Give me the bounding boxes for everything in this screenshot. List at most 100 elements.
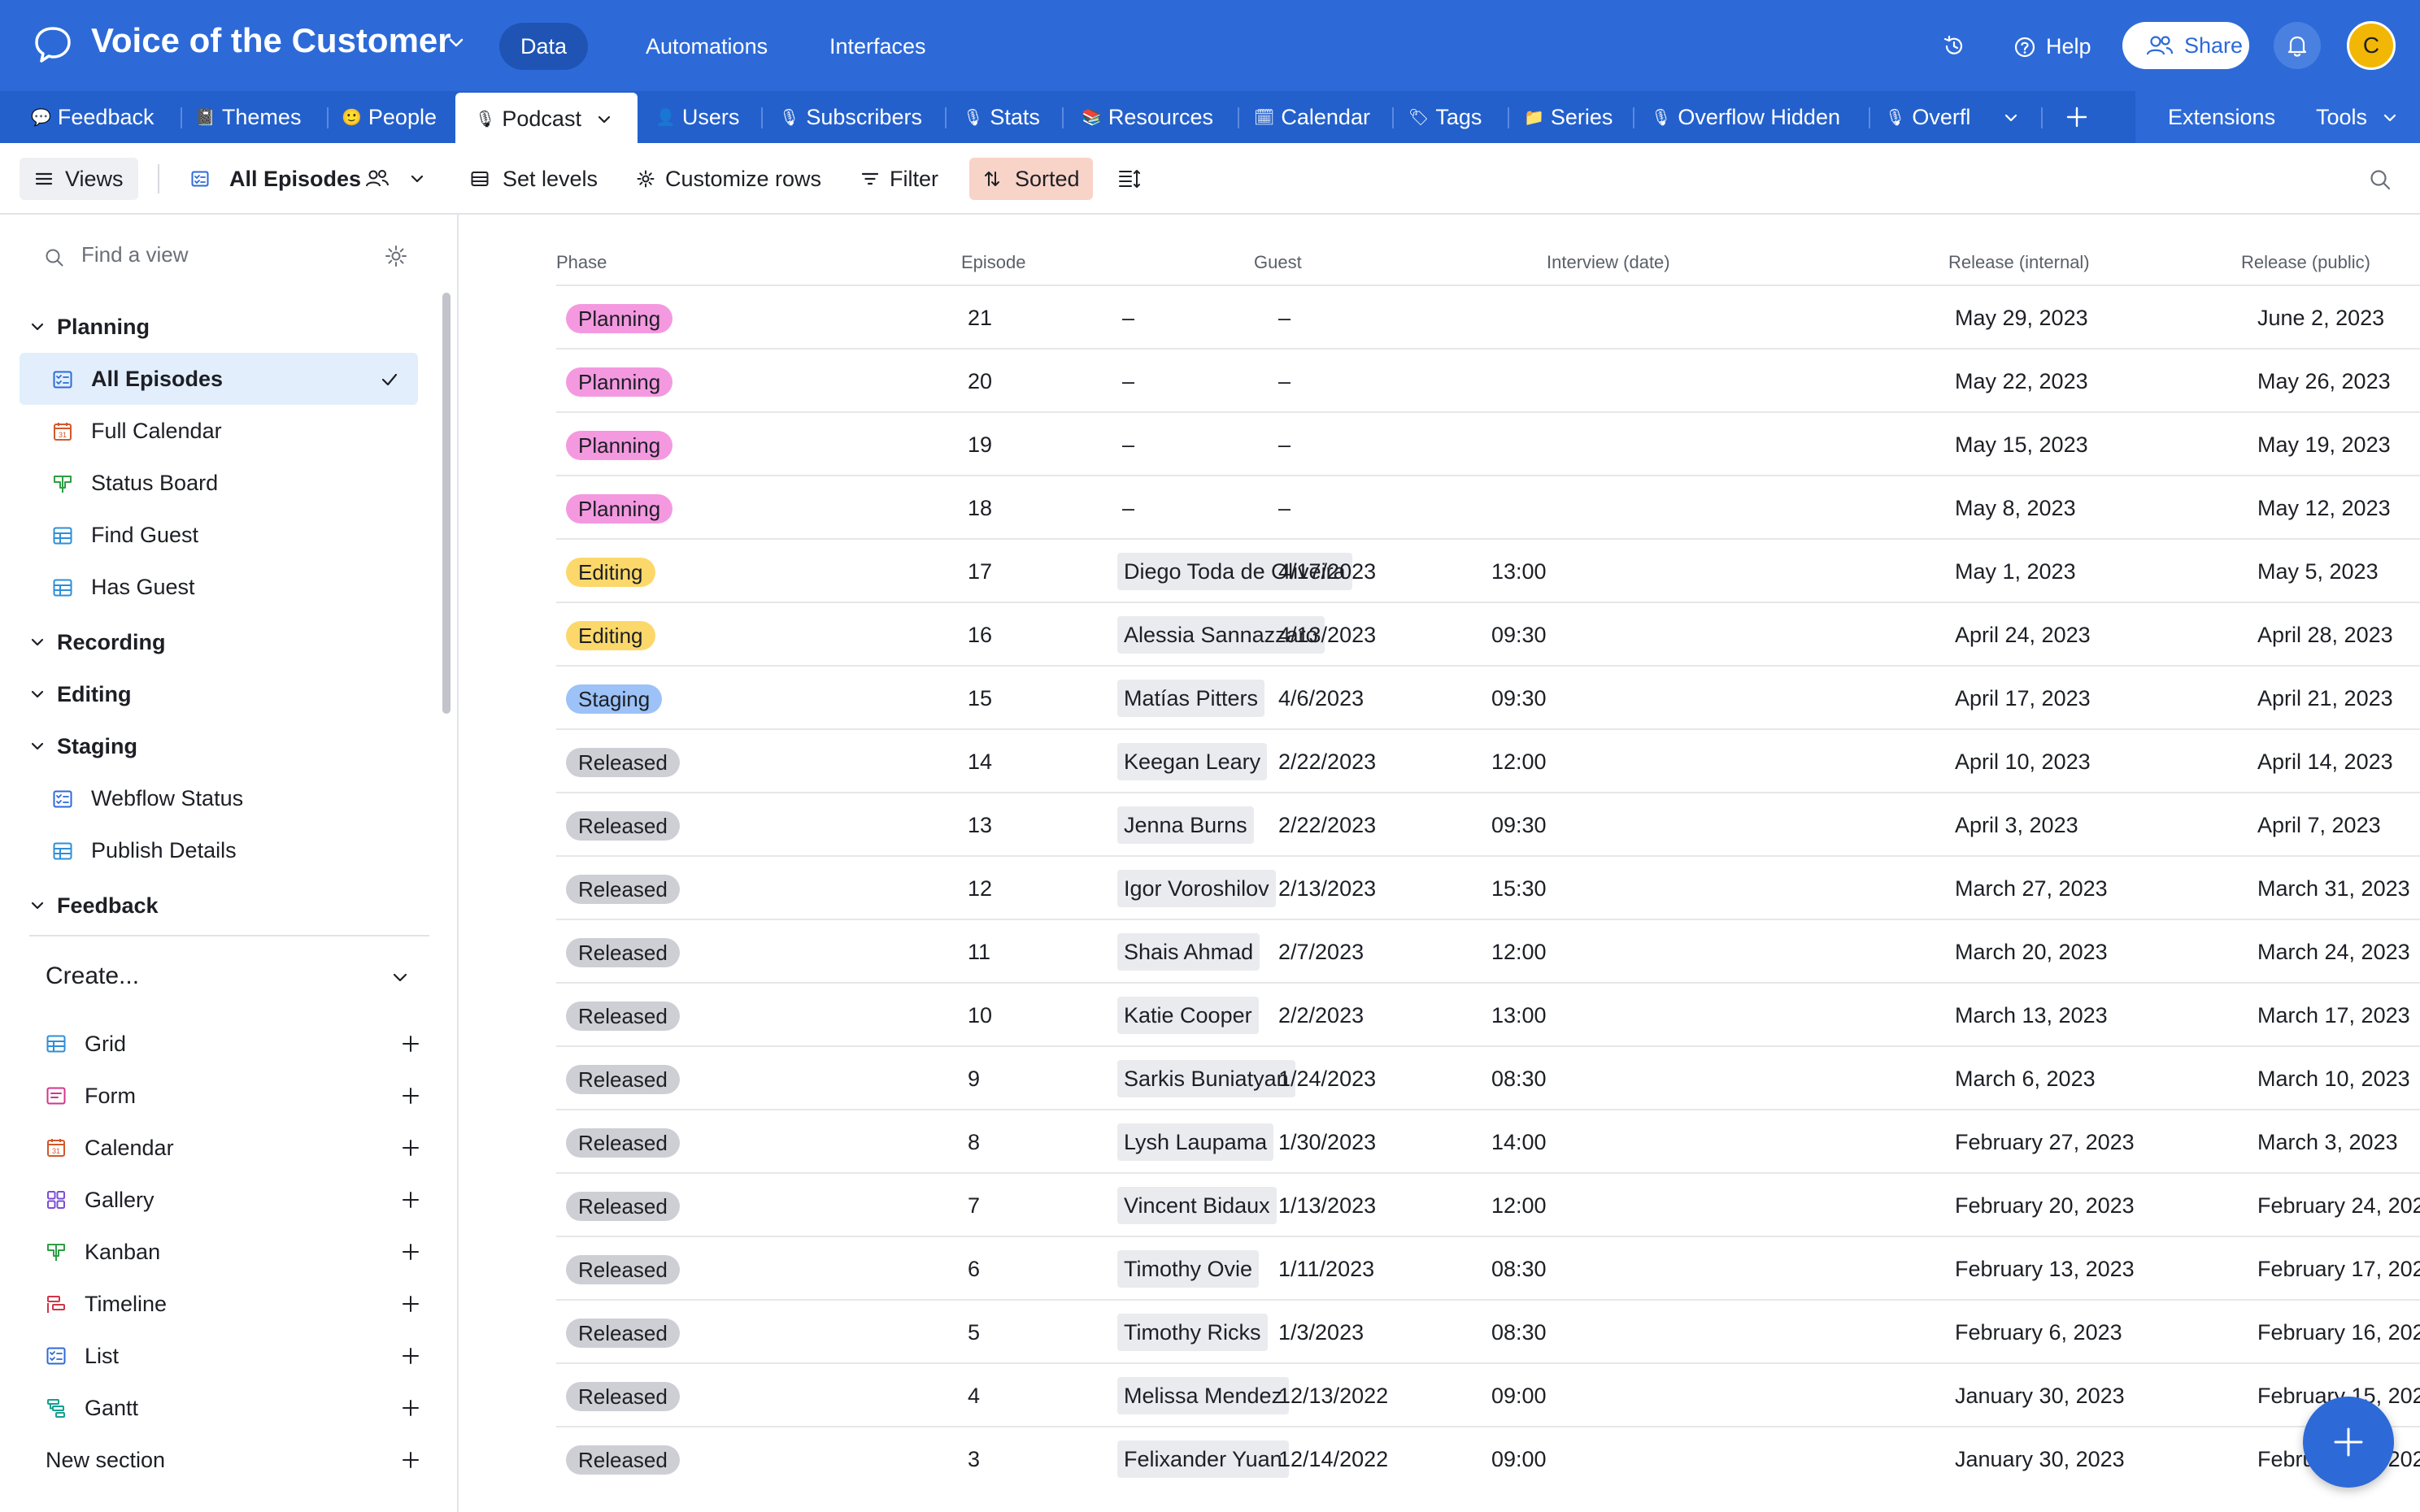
- customize-rows-button[interactable]: Customize rows: [636, 158, 821, 200]
- release-internal-cell[interactable]: March 6, 2023: [1955, 1047, 2096, 1110]
- phase-tag[interactable]: Released: [566, 1192, 680, 1221]
- episode-cell[interactable]: 9: [968, 1047, 980, 1110]
- create-timeline[interactable]: Timeline: [46, 1280, 420, 1328]
- tab-series[interactable]: 📁 Series: [1524, 91, 1626, 143]
- guest-link-chip[interactable]: Shais Ahmad: [1117, 933, 1260, 971]
- phase-tag[interactable]: Released: [566, 875, 680, 904]
- avatar[interactable]: C: [2347, 21, 2396, 70]
- phase-tag[interactable]: Released: [566, 1382, 680, 1411]
- phase-tag[interactable]: Released: [566, 1255, 680, 1284]
- release-public-cell[interactable]: April 21, 2023: [2257, 667, 2393, 730]
- interview-time-cell[interactable]: 13:00: [1491, 984, 1547, 1047]
- find-view-search[interactable]: Find a view: [44, 239, 418, 275]
- episode-cell[interactable]: 5: [968, 1301, 980, 1364]
- tools-button[interactable]: Tools: [2316, 91, 2396, 143]
- tab-themes[interactable]: 📓 Themes: [195, 91, 325, 143]
- interview-time-cell[interactable]: 09:30: [1491, 793, 1547, 857]
- column-header-interview-date[interactable]: Interview (date): [1547, 252, 1670, 273]
- tab-stats[interactable]: 🎙 Stats: [963, 91, 1052, 143]
- section-editing[interactable]: Editing: [29, 676, 131, 712]
- interview-date-cell[interactable]: 2/7/2023: [1278, 920, 1364, 984]
- interview-time-cell[interactable]: 12:00: [1491, 920, 1547, 984]
- release-internal-cell[interactable]: April 17, 2023: [1955, 667, 2091, 730]
- table-row[interactable]: Editing 17 Diego Toda de Oliveira 4/17/2023…: [556, 538, 2420, 602]
- phase-tag[interactable]: Staging: [566, 684, 663, 714]
- create-grid[interactable]: Grid: [46, 1019, 420, 1068]
- column-header-phase[interactable]: Phase: [556, 252, 607, 273]
- guest-link-chip[interactable]: Katie Cooper: [1117, 997, 1259, 1034]
- episode-cell[interactable]: 7: [968, 1174, 980, 1237]
- episode-cell[interactable]: 3: [968, 1427, 980, 1491]
- phase-tag[interactable]: Planning: [566, 367, 673, 397]
- release-internal-cell[interactable]: March 27, 2023: [1955, 857, 2108, 920]
- release-public-cell[interactable]: June 2, 2023: [2257, 286, 2384, 350]
- interview-date-cell[interactable]: –: [1278, 476, 1291, 540]
- phase-tag[interactable]: Planning: [566, 304, 673, 333]
- table-row[interactable]: Released 4 Melissa Mendez 12/13/2022 09:00 Ja…: [556, 1362, 2420, 1426]
- search-icon[interactable]: [2368, 167, 2392, 192]
- views-button[interactable]: Views: [20, 158, 138, 200]
- more-tables-chevron-icon[interactable]: [2002, 109, 2020, 127]
- create-gantt[interactable]: Gantt: [46, 1384, 420, 1432]
- release-public-cell[interactable]: April 7, 2023: [2257, 793, 2381, 857]
- interview-time-cell[interactable]: 08:30: [1491, 1301, 1547, 1364]
- guest-cell[interactable]: –: [1122, 413, 1134, 476]
- tab-overflow[interactable]: 🎙 Overfl: [1885, 91, 1978, 143]
- create-section-title[interactable]: Create...: [46, 962, 139, 990]
- tab-overflow-hidden[interactable]: 🎙 Overflow Hidden: [1651, 91, 1849, 143]
- episode-cell[interactable]: 11: [968, 920, 990, 984]
- episode-cell[interactable]: 4: [968, 1364, 980, 1427]
- base-title[interactable]: Voice of the Customer: [91, 21, 451, 60]
- interview-date-cell[interactable]: –: [1278, 286, 1291, 350]
- table-row[interactable]: Released 8 Lysh Laupama 1/30/2023 14:00 Febru…: [556, 1109, 2420, 1172]
- interview-date-cell[interactable]: –: [1278, 350, 1291, 413]
- table-row[interactable]: Released 12 Igor Voroshilov 2/13/2023 15:30 M…: [556, 855, 2420, 919]
- interview-time-cell[interactable]: 09:00: [1491, 1364, 1547, 1427]
- guest-link-chip[interactable]: Timothy Ovie: [1117, 1250, 1260, 1288]
- episode-cell[interactable]: 8: [968, 1110, 980, 1174]
- interview-date-cell[interactable]: 4/6/2023: [1278, 667, 1364, 730]
- create-calendar[interactable]: 31 Calendar: [46, 1123, 420, 1172]
- table-row[interactable]: Released 14 Keegan Leary 2/22/2023 12:00 Apri…: [556, 728, 2420, 792]
- guest-link-chip[interactable]: Felixander Yuan: [1117, 1440, 1289, 1478]
- view-publish-details[interactable]: Publish Details: [20, 824, 418, 876]
- phase-tag[interactable]: Released: [566, 1065, 680, 1094]
- view-status-board[interactable]: Status Board: [20, 457, 418, 509]
- table-row[interactable]: Released 5 Timothy Ricks 1/3/2023 08:30 Febru…: [556, 1299, 2420, 1362]
- table-row[interactable]: Released 10 Katie Cooper 2/2/2023 13:00 March…: [556, 982, 2420, 1045]
- interview-time-cell[interactable]: 12:00: [1491, 730, 1547, 793]
- release-internal-cell[interactable]: May 29, 2023: [1955, 286, 2088, 350]
- phase-tag[interactable]: Editing: [566, 558, 655, 587]
- find-view-input[interactable]: Find a view: [81, 242, 189, 267]
- view-has-guest[interactable]: Has Guest: [20, 561, 418, 613]
- settings-gear-icon[interactable]: [384, 244, 408, 268]
- guest-link-chip[interactable]: Lysh Laupama: [1117, 1123, 1274, 1161]
- table-row[interactable]: Planning 18 – – May 8, 2023 May 12, 2023: [556, 475, 2420, 538]
- chat-bubble-logo-icon[interactable]: [33, 24, 73, 65]
- guest-cell[interactable]: –: [1122, 476, 1134, 540]
- tab-users[interactable]: 👤 Users: [655, 91, 753, 143]
- table-row[interactable]: Planning 21 – – May 29, 2023 June 2, 2023: [556, 285, 2420, 348]
- phase-tag[interactable]: Planning: [566, 494, 673, 524]
- guest-link-chip[interactable]: Jenna Burns: [1117, 806, 1254, 844]
- table-row[interactable]: Planning 19 – – May 15, 2023 May 19, 2023: [556, 411, 2420, 475]
- guest-link-chip[interactable]: Vincent Bidaux: [1117, 1187, 1277, 1224]
- table-row[interactable]: Staging 15 Matías Pitters 4/6/2023 09:30 Apri…: [556, 665, 2420, 728]
- new-section-button[interactable]: New section: [46, 1436, 420, 1484]
- sorted-button[interactable]: Sorted: [969, 158, 1093, 200]
- guest-link-chip[interactable]: Keegan Leary: [1117, 743, 1268, 780]
- create-gallery[interactable]: Gallery: [46, 1175, 420, 1224]
- episode-cell[interactable]: 18: [968, 476, 992, 540]
- table-row[interactable]: Released 3 Felixander Yuan 12/14/2022 09:00 J…: [556, 1426, 2420, 1489]
- episode-cell[interactable]: 14: [968, 730, 992, 793]
- phase-tag[interactable]: Released: [566, 811, 680, 841]
- interview-time-cell[interactable]: 09:30: [1491, 667, 1547, 730]
- guest-link-chip[interactable]: Igor Voroshilov: [1117, 870, 1276, 907]
- release-internal-cell[interactable]: February 27, 2023: [1955, 1110, 2135, 1174]
- phase-tag[interactable]: Released: [566, 748, 680, 777]
- view-find-guest[interactable]: Find Guest: [20, 509, 418, 561]
- table-row[interactable]: Editing 16 Alessia Sannazzaro 4/13/2023 09:3…: [556, 602, 2420, 665]
- guest-link-chip[interactable]: Timothy Ricks: [1117, 1314, 1268, 1351]
- interview-date-cell[interactable]: 2/22/2023: [1278, 793, 1376, 857]
- notifications-button[interactable]: [2274, 22, 2321, 69]
